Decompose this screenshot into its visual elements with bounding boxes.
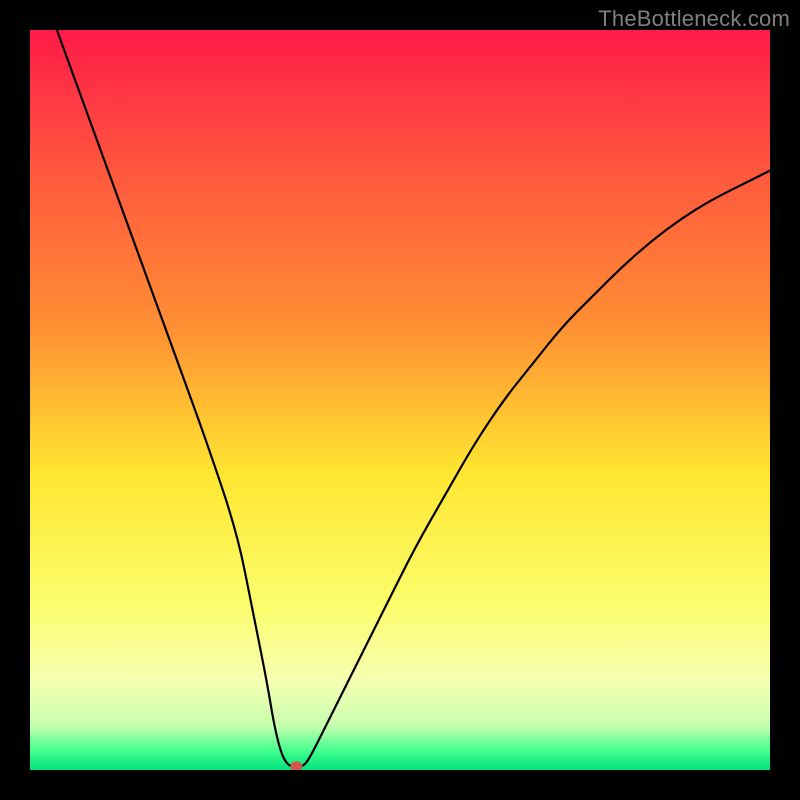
plot-svg: [30, 30, 770, 770]
watermark-text: TheBottleneck.com: [598, 6, 790, 32]
gradient-background: [30, 30, 770, 770]
chart-frame: TheBottleneck.com: [0, 0, 800, 800]
plot-area: [30, 30, 770, 770]
